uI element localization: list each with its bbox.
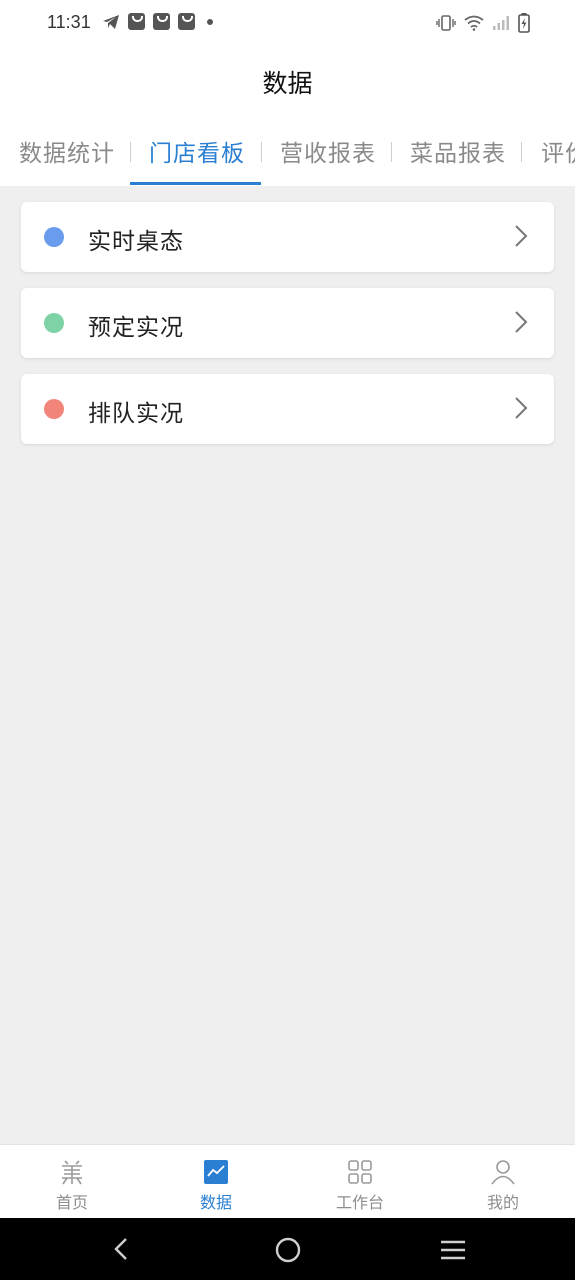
status-dot — [44, 313, 64, 333]
app-header: 数据 — [0, 48, 575, 118]
chevron-right-icon — [515, 311, 528, 333]
system-status-icons — [436, 13, 530, 33]
nav-home[interactable]: 首页 — [0, 1145, 144, 1219]
nav-data[interactable]: 数据 — [144, 1145, 288, 1219]
tab-data-statistics[interactable]: 数据统计 — [19, 134, 115, 168]
card-label: 排队实况 — [88, 401, 184, 427]
tab-revenue-report[interactable]: 营收报表 — [280, 134, 376, 168]
tab-divider — [261, 142, 262, 162]
status-dot — [44, 227, 64, 247]
tab-divider — [521, 142, 522, 162]
card-label: 实时桌态 — [88, 229, 184, 255]
active-tab-indicator — [130, 182, 261, 185]
notification-icons — [102, 13, 213, 30]
bag-icon — [128, 13, 145, 30]
bottom-nav: 首页 数据 工作台 我的 — [0, 1144, 575, 1218]
home-logo-icon — [62, 1160, 82, 1185]
status-time: 11:31 — [47, 12, 91, 32]
bag-icon — [178, 13, 195, 30]
grid-icon — [348, 1160, 372, 1184]
nav-label: 数据 — [199, 1193, 232, 1212]
tab-divider — [391, 142, 392, 162]
card-realtime-tables[interactable]: 实时桌态 — [21, 202, 554, 272]
signal-icon — [493, 16, 509, 30]
nav-workbench[interactable]: 工作台 — [288, 1145, 432, 1219]
tab-bar: 数据统计 门店看板 营收报表 菜品报表 评价 — [0, 118, 575, 186]
status-dot — [44, 399, 64, 419]
nav-label: 我的 — [486, 1193, 519, 1212]
chart-icon — [204, 1160, 228, 1184]
home-circle-icon[interactable] — [274, 1236, 302, 1264]
nav-mine[interactable]: 我的 — [431, 1145, 575, 1219]
chevron-right-icon — [515, 225, 528, 247]
tab-reviews[interactable]: 评价 — [541, 134, 575, 168]
back-icon[interactable] — [110, 1236, 134, 1262]
tab-store-board[interactable]: 门店看板 — [149, 134, 245, 168]
dot-icon — [207, 18, 213, 25]
status-bar: 11:31 — [0, 0, 575, 48]
nav-label: 首页 — [55, 1193, 88, 1212]
user-icon — [491, 1160, 515, 1185]
card-reservations[interactable]: 预定实况 — [21, 288, 554, 358]
telegram-icon — [103, 14, 119, 29]
vibrate-icon — [436, 15, 456, 31]
chevron-right-icon — [515, 397, 528, 419]
page-title: 数据 — [262, 69, 313, 98]
nav-label: 工作台 — [335, 1193, 384, 1212]
bag-icon — [153, 13, 170, 30]
system-nav-bar — [0, 1218, 575, 1280]
menu-icon[interactable] — [439, 1238, 467, 1262]
card-label: 预定实况 — [88, 315, 184, 341]
battery-charging-icon — [518, 13, 530, 33]
card-queue[interactable]: 排队实况 — [21, 374, 554, 444]
tab-dish-report[interactable]: 菜品报表 — [410, 134, 506, 168]
tab-divider — [130, 142, 131, 162]
wifi-icon — [464, 15, 484, 31]
